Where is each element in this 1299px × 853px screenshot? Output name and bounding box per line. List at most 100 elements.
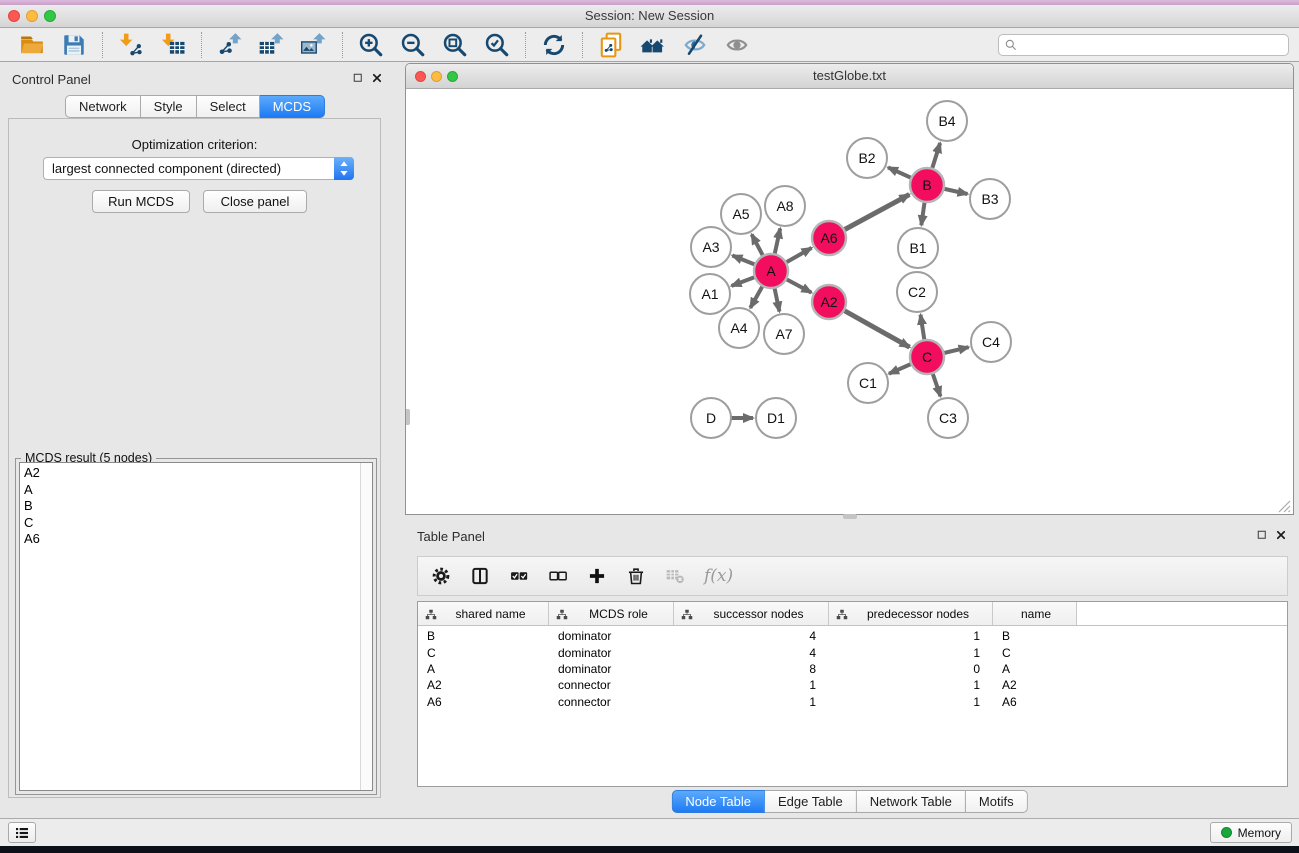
table-row[interactable]: Adominator80A xyxy=(418,661,1287,677)
column-header-MCDS-role[interactable]: MCDS role xyxy=(549,602,674,625)
float-table-panel-icon[interactable] xyxy=(1256,529,1268,541)
svg-text:C4: C4 xyxy=(982,334,1000,350)
export-image-icon[interactable] xyxy=(299,31,329,59)
network-canvas[interactable]: B4 B2 B B3 A8A5 A6 A3 B1 A C2 A1 A2 A4A7 C4 C C1 C3 D D1 xyxy=(406,89,1293,515)
import-network-icon[interactable] xyxy=(116,31,146,59)
mcds-result-item[interactable]: C xyxy=(24,515,358,532)
column-tree-icon xyxy=(836,608,848,620)
table-row[interactable]: A6connector11A6 xyxy=(418,694,1287,710)
memory-status-icon xyxy=(1221,827,1232,838)
search-input[interactable] xyxy=(1018,37,1288,53)
add-column-icon[interactable] xyxy=(587,565,609,587)
float-panel-icon[interactable] xyxy=(352,72,364,84)
table-row[interactable]: Cdominator41C xyxy=(418,644,1287,660)
zoom-out-icon[interactable] xyxy=(398,31,428,59)
refresh-view-icon[interactable] xyxy=(539,31,569,59)
search-box[interactable] xyxy=(998,34,1289,56)
close-table-panel-icon[interactable] xyxy=(1275,529,1287,541)
cell-name: A xyxy=(993,662,1077,676)
graph-node-B[interactable]: B xyxy=(910,168,944,202)
show-all-icon[interactable] xyxy=(722,31,752,59)
network-graph: B4 B2 B B3 A8A5 A6 A3 B1 A C2 A1 A2 A4A7 C4 C C1 C3 D D1 xyxy=(406,89,1293,515)
save-session-icon[interactable] xyxy=(59,31,89,59)
open-file-icon[interactable] xyxy=(17,31,47,59)
zoom-in-icon[interactable] xyxy=(356,31,386,59)
column-header-successor-nodes[interactable]: successor nodes xyxy=(674,602,829,625)
tab-style[interactable]: Style xyxy=(141,95,197,118)
export-network-icon[interactable] xyxy=(215,31,245,59)
graph-node-A6[interactable]: A6 xyxy=(812,221,846,255)
graph-node-B2[interactable]: B2 xyxy=(847,138,887,178)
hide-selected-icon[interactable] xyxy=(680,31,710,59)
cell-MCDS-role: dominator xyxy=(549,662,674,676)
export-table-icon[interactable] xyxy=(257,31,287,59)
graph-node-D[interactable]: D xyxy=(691,398,731,438)
show-columns-icon[interactable] xyxy=(470,565,492,587)
app-window: Session: New Session Control Panel Netwo… xyxy=(0,5,1299,845)
resize-grip-icon[interactable] xyxy=(1278,500,1291,513)
graph-node-B1[interactable]: B1 xyxy=(898,228,938,268)
mcds-result-item[interactable]: B xyxy=(24,498,358,515)
control-panel-tabs: NetworkStyleSelectMCDS xyxy=(65,95,325,118)
graph-node-C1[interactable]: C1 xyxy=(848,363,888,403)
column-header-predecessor-nodes[interactable]: predecessor nodes xyxy=(829,602,993,625)
cell-predecessor-nodes: 1 xyxy=(829,678,993,692)
graph-node-C[interactable]: C xyxy=(910,340,944,374)
cell-shared-name: C xyxy=(418,646,549,660)
mcds-result-item[interactable]: A xyxy=(24,482,358,499)
delete-table-icon[interactable] xyxy=(665,565,687,587)
tab-network[interactable]: Network xyxy=(65,95,141,118)
mcds-result-item[interactable]: A6 xyxy=(24,531,358,548)
mcds-result-list: A2ABCA6 xyxy=(19,462,373,791)
table-tab-node-table[interactable]: Node Table xyxy=(671,790,765,813)
graph-node-C2[interactable]: C2 xyxy=(897,272,937,312)
table-options-icon[interactable] xyxy=(431,565,453,587)
run-mcds-button[interactable]: Run MCDS xyxy=(92,190,190,213)
import-table-icon[interactable] xyxy=(158,31,188,59)
graph-node-C4[interactable]: C4 xyxy=(971,322,1011,362)
mcds-result-group: MCDS result (5 nodes) A2ABCA6 xyxy=(15,458,377,795)
table-row[interactable]: Bdominator41B xyxy=(418,628,1287,644)
memory-button[interactable]: Memory xyxy=(1210,822,1292,843)
graph-node-C3[interactable]: C3 xyxy=(928,398,968,438)
svg-text:B2: B2 xyxy=(858,150,875,166)
graph-node-A[interactable]: A xyxy=(754,254,788,288)
clone-network-icon[interactable] xyxy=(596,31,626,59)
table-tab-network-table[interactable]: Network Table xyxy=(857,790,966,813)
deselect-all-icon[interactable] xyxy=(548,565,570,587)
optimization-criterion-dropdown[interactable]: largest connected component (directed) xyxy=(43,157,354,180)
search-icon xyxy=(1004,38,1018,52)
svg-text:B3: B3 xyxy=(981,191,998,207)
select-all-icon[interactable] xyxy=(509,565,531,587)
graph-node-A4[interactable]: A4 xyxy=(719,308,759,348)
mcds-result-item[interactable]: A2 xyxy=(24,465,358,482)
graph-node-A2[interactable]: A2 xyxy=(812,285,846,319)
close-panel-button[interactable]: Close panel xyxy=(203,190,307,213)
graph-node-A3[interactable]: A3 xyxy=(691,227,731,267)
table-tab-motifs[interactable]: Motifs xyxy=(966,790,1028,813)
function-builder-icon[interactable]: f(x) xyxy=(704,566,733,586)
graph-node-B4[interactable]: B4 xyxy=(927,101,967,141)
column-header-name[interactable]: name xyxy=(993,602,1077,625)
graph-node-A7[interactable]: A7 xyxy=(764,314,804,354)
table-tab-edge-table[interactable]: Edge Table xyxy=(765,790,857,813)
graph-node-B3[interactable]: B3 xyxy=(970,179,1010,219)
splitter-handle-horizontal[interactable] xyxy=(843,514,857,519)
result-list-scrollbar[interactable] xyxy=(360,463,372,790)
graph-node-D1[interactable]: D1 xyxy=(756,398,796,438)
graph-node-A8[interactable]: A8 xyxy=(765,186,805,226)
apply-layout-icon[interactable] xyxy=(638,31,668,59)
tab-mcds[interactable]: MCDS xyxy=(260,95,325,118)
close-panel-icon[interactable] xyxy=(371,72,383,84)
zoom-fit-icon[interactable] xyxy=(440,31,470,59)
cell-shared-name: A6 xyxy=(418,695,549,709)
graph-node-A1[interactable]: A1 xyxy=(690,274,730,314)
splitter-handle[interactable] xyxy=(406,409,410,425)
tab-select[interactable]: Select xyxy=(197,95,260,118)
graph-node-A5[interactable]: A5 xyxy=(721,194,761,234)
column-header-shared-name[interactable]: shared name xyxy=(418,602,549,625)
table-row[interactable]: A2connector11A2 xyxy=(418,677,1287,693)
zoom-selected-icon[interactable] xyxy=(482,31,512,59)
task-history-icon[interactable] xyxy=(8,822,36,843)
delete-column-icon[interactable] xyxy=(626,565,648,587)
